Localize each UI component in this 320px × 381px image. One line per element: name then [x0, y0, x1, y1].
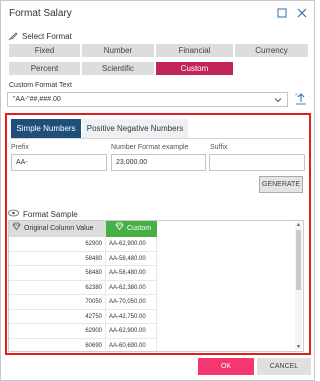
scroll-up-icon[interactable]: ▲ [296, 222, 301, 228]
cell-custom-value: AA-62,380.00 [106, 280, 157, 294]
prefix-input[interactable]: AA- [11, 154, 107, 171]
format-option-custom[interactable]: Custom [156, 62, 233, 75]
table-row: 70050 AA-70,050.00 [9, 295, 157, 310]
chevron-down-icon [274, 96, 282, 104]
format-sample-label: Format Sample [23, 209, 78, 219]
suffix-input[interactable] [209, 154, 305, 171]
cell-custom-value: AA-62,900.00 [106, 324, 157, 338]
table-row: 62900 AA-62,900.00 [9, 324, 157, 339]
select-format-heading: Select Format [8, 31, 72, 41]
table-row: 62380 AA-62,380.00 [9, 280, 157, 295]
diamond-icon [115, 221, 124, 237]
table-row: 42750 AA-42,750.00 [9, 309, 157, 324]
cell-custom-value: AA-58,480.00 [106, 251, 157, 265]
format-picker-icon[interactable] [294, 92, 308, 106]
format-option-currency[interactable]: Currency [235, 44, 308, 57]
grid-header-custom[interactable]: Custom [106, 221, 157, 237]
cancel-button[interactable]: CANCEL [257, 358, 311, 375]
cell-original-value: 58480 [9, 251, 106, 265]
grid-header-original-label: Original Column Value [24, 225, 94, 232]
dialog-title: Format Salary [9, 8, 72, 19]
grid-body: 62900 AA-62,900.00 58480 AA-58,480.00 58480 A… [9, 237, 157, 351]
scroll-down-icon[interactable]: ▼ [296, 344, 301, 350]
format-option-number[interactable]: Number [82, 44, 154, 57]
cell-custom-value: AA-42,750.00 [106, 309, 157, 323]
cell-original-value: 62900 [9, 324, 106, 338]
custom-format-label: Custom Format Text [9, 82, 72, 89]
prefix-label: Prefix [11, 144, 29, 151]
cell-custom-value: AA-60,690.00 [106, 338, 157, 351]
cell-original-value: 58480 [9, 266, 106, 280]
format-option-percent[interactable]: Percent [9, 62, 80, 75]
close-icon[interactable] [295, 6, 309, 20]
diamond-icon [12, 221, 21, 237]
cell-original-value: 62900 [9, 237, 106, 251]
generate-button[interactable]: GENERATE [259, 176, 303, 193]
format-option-scientific[interactable]: Scientific [82, 62, 154, 75]
format-option-fixed[interactable]: Fixed [9, 44, 80, 57]
grid-scrollbar[interactable]: ▲ ▼ [295, 222, 302, 350]
eye-icon [8, 209, 19, 219]
tab-divider [11, 138, 305, 139]
expand-icon[interactable] [275, 6, 289, 20]
grid-header-custom-label: Custom [126, 225, 152, 232]
number-example-label: Number Format example [111, 144, 189, 151]
number-example-input[interactable]: 23,000.00 [111, 154, 206, 171]
format-option-financial[interactable]: Financial [156, 44, 233, 57]
cell-custom-value: AA-62,900.00 [106, 237, 157, 251]
cell-original-value: 60690 [9, 338, 106, 351]
scroll-thumb[interactable] [296, 230, 301, 290]
table-row: 58480 AA-58,480.00 [9, 266, 157, 281]
grid-header-original[interactable]: Original Column Value [9, 221, 106, 237]
select-format-label: Select Format [22, 31, 72, 41]
suffix-label: Suffix [210, 144, 228, 151]
cell-custom-value: AA-70,050.00 [106, 295, 157, 309]
brush-icon [8, 31, 18, 41]
format-salary-dialog: Format Salary Select Format Fixed Number… [0, 0, 315, 381]
table-row: 62900 AA-62,900.00 [9, 237, 157, 252]
format-sample-heading: Format Sample [8, 209, 78, 219]
tab-simple-numbers[interactable]: Simple Numbers [11, 119, 81, 138]
custom-format-value: "AA-"##,###.00 [13, 96, 61, 103]
tab-positive-negative-numbers[interactable]: Positive Negative Numbers [82, 119, 188, 138]
custom-format-dropdown[interactable]: "AA-"##,###.00 [7, 92, 288, 107]
ok-button[interactable]: OK [198, 358, 254, 375]
grid-header: Original Column Value Custom [9, 221, 157, 237]
cell-original-value: 70050 [9, 295, 106, 309]
cell-custom-value: AA-58,480.00 [106, 266, 157, 280]
table-row: 60690 AA-60,690.00 [9, 338, 157, 351]
cell-original-value: 42750 [9, 309, 106, 323]
title-bar: Format Salary [1, 1, 314, 25]
cell-original-value: 62380 [9, 280, 106, 294]
table-row: 58480 AA-58,480.00 [9, 251, 157, 266]
format-sample-grid: Original Column Value Custom 62900 AA-62,… [8, 220, 304, 352]
